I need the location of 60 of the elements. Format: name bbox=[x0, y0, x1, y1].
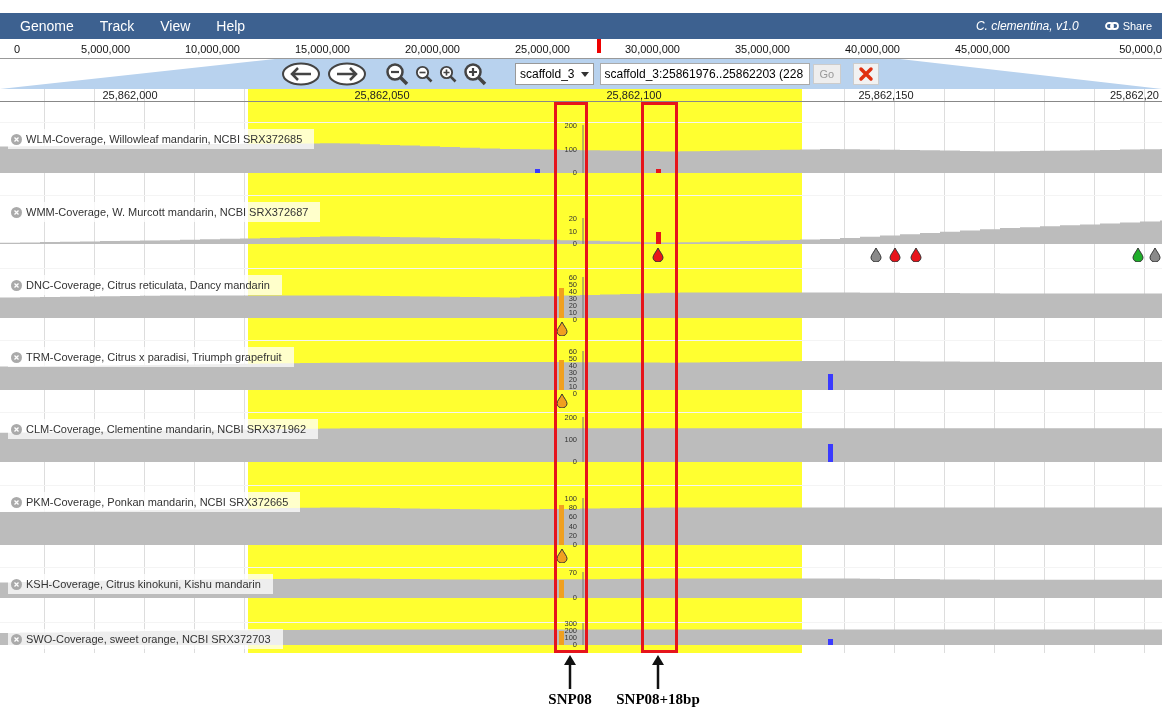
ruler-label: 10,000,000 bbox=[184, 42, 240, 55]
caret-icon bbox=[580, 71, 589, 77]
pointer-arrow bbox=[564, 655, 576, 689]
track-name: SWO-Coverage, sweet orange, NCBI SRX372703 bbox=[26, 633, 271, 645]
variant-marker[interactable] bbox=[889, 247, 901, 262]
ruler-label: 25,862,150 bbox=[857, 89, 915, 101]
ruler-label: 5,000,000 bbox=[81, 42, 130, 55]
ruler-label: 35,000,000 bbox=[734, 42, 790, 55]
ruler-label: 30,000,000 bbox=[624, 42, 680, 55]
zoom-out-button[interactable] bbox=[385, 62, 409, 86]
zoom-in-button[interactable] bbox=[439, 65, 457, 83]
zoom-out-icon bbox=[385, 62, 409, 86]
variant-marker[interactable] bbox=[870, 247, 882, 262]
pan-left-button[interactable] bbox=[281, 62, 321, 86]
zoom-out-icon bbox=[415, 65, 433, 83]
location-field[interactable]: scaffold_3:25861976..25862203 (228 bbox=[599, 63, 810, 85]
genome-name: C. clementina, v1.0 bbox=[975, 19, 1079, 33]
menu-item[interactable]: View bbox=[152, 18, 203, 34]
menu-item[interactable]: Track bbox=[91, 18, 147, 34]
zoom-in-button[interactable] bbox=[463, 62, 487, 86]
track-name: CLM-Coverage, Clementine mandarin, NCBI SRX371962 bbox=[26, 423, 307, 435]
ruler-label: 40,000,000 bbox=[844, 42, 900, 55]
pan-right-button[interactable] bbox=[327, 62, 367, 86]
track-name: WMM-Coverage, W. Murcott mandarin, NCBI SRX372687 bbox=[26, 206, 309, 218]
clear-highlight-button[interactable] bbox=[853, 63, 880, 85]
track-name: KSH-Coverage, Citrus kinokuni, Kishu mandarin bbox=[26, 578, 261, 590]
reference-select[interactable]: scaffold_3 bbox=[515, 63, 594, 85]
share-button[interactable]: Share bbox=[1104, 20, 1152, 32]
zoom-in-icon bbox=[439, 65, 457, 83]
track-name: WLM-Coverage, Willowleaf mandarin, NCBI SRX372685 bbox=[26, 133, 303, 145]
annotation-label: SNP08+18bp bbox=[616, 691, 700, 708]
menu-item[interactable]: Help bbox=[208, 18, 258, 34]
location-marker bbox=[597, 39, 601, 53]
ruler-label: 25,862,050 bbox=[353, 89, 411, 101]
variant-marker[interactable] bbox=[556, 548, 568, 563]
track-name: TRM-Coverage, Citrus x paradisi, Triumph grapefruit bbox=[26, 351, 282, 363]
variant-marker[interactable] bbox=[910, 247, 922, 262]
ruler-label: 25,862,100 bbox=[605, 89, 663, 101]
track-name: PKM-Coverage, Ponkan mandarin, NCBI SRX372665 bbox=[26, 496, 289, 508]
variant-marker[interactable] bbox=[556, 321, 568, 336]
zoom-out-button[interactable] bbox=[415, 65, 433, 83]
ruler-label: 50,000,0 bbox=[1119, 42, 1162, 55]
ruler-label: 25,000,000 bbox=[514, 42, 570, 55]
ruler-label: 25,862,000 bbox=[101, 89, 159, 101]
link-icon bbox=[1104, 22, 1119, 30]
variant-marker[interactable] bbox=[652, 247, 664, 262]
ruler-label: 15,000,000 bbox=[294, 42, 350, 55]
variant-marker[interactable] bbox=[1149, 247, 1161, 262]
menu-item[interactable]: Genome bbox=[12, 18, 86, 34]
pointer-arrow bbox=[652, 655, 664, 689]
track-name: DNC-Coverage, Citrus reticulata, Dancy mandarin bbox=[26, 279, 270, 291]
variant-marker[interactable] bbox=[556, 393, 568, 408]
ruler-label: 0 bbox=[13, 42, 20, 55]
ruler-label: 45,000,000 bbox=[954, 42, 1010, 55]
ruler-label: 20,000,000 bbox=[404, 42, 460, 55]
ruler-label: 25,862,20 bbox=[1109, 89, 1160, 101]
annotation-label: SNP08 bbox=[548, 691, 592, 708]
variant-marker[interactable] bbox=[1132, 247, 1144, 262]
zoom-in-icon bbox=[463, 62, 487, 86]
close-icon bbox=[858, 66, 875, 82]
